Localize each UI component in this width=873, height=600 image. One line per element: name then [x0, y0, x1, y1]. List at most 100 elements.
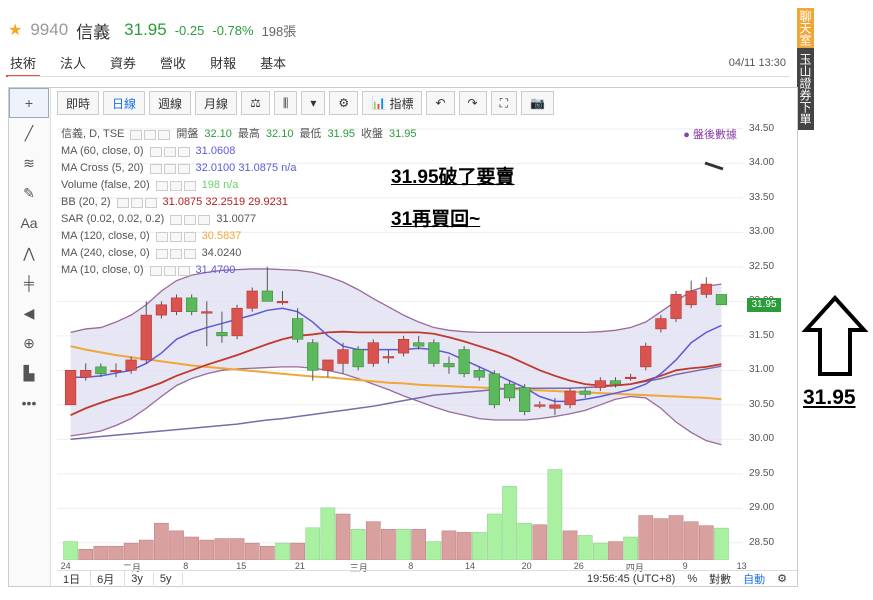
interval-weekly-button[interactable]: 週線	[149, 91, 192, 115]
legend-row-controls[interactable]	[149, 146, 190, 157]
legend-row: MA (60, close, 0) 31.0608	[61, 143, 417, 160]
tab-revenue[interactable]: 營收	[160, 53, 186, 77]
volume-bar	[668, 515, 684, 560]
tab-margin[interactable]: 資券	[110, 53, 136, 77]
annotation-note-buyback: 31再買回~	[391, 209, 481, 230]
more-tools-icon[interactable]: •••	[9, 388, 49, 418]
ruler-tool-icon[interactable]: ▙	[9, 358, 49, 388]
candle-body	[292, 318, 304, 340]
redo-icon[interactable]: ↷	[458, 91, 487, 115]
price-tick-label: 28.50	[749, 536, 775, 548]
candle-body	[715, 294, 728, 306]
tab-basics[interactable]: 基本	[260, 53, 286, 77]
range-3y-button[interactable]: 3y	[125, 572, 154, 585]
price-tick-label: 31.50	[749, 329, 775, 341]
volume-bar	[456, 532, 472, 560]
volume-bar	[275, 542, 290, 560]
range-1d-button[interactable]: 1日	[57, 570, 92, 587]
legend-row-controls[interactable]	[116, 197, 157, 208]
indicators-button[interactable]: 📊 指標	[362, 91, 423, 115]
favorite-star-icon[interactable]: ★	[8, 20, 22, 40]
brush-tool-icon[interactable]: ✎	[9, 178, 49, 208]
zoom-tool-icon[interactable]: ⊕	[9, 328, 49, 358]
percent-scale-toggle[interactable]: %	[687, 573, 697, 585]
measure-tool-icon[interactable]: ╪	[9, 268, 49, 298]
candle-body	[246, 290, 258, 309]
candle-body	[625, 376, 637, 380]
range-6m-button[interactable]: 6月	[91, 570, 126, 587]
legend-high-label: 最高	[237, 128, 260, 140]
pattern-tool-icon[interactable]: ⋀	[9, 238, 49, 268]
volume-bar	[577, 535, 593, 560]
legend-row: MA (120, close, 0) 30.5837	[61, 228, 417, 245]
candle-body	[110, 370, 122, 373]
candle-body	[322, 359, 334, 371]
legend-open: 32.10	[204, 128, 232, 140]
axis-settings-gear-icon[interactable]: ⚙	[777, 572, 787, 585]
tab-technical[interactable]: 技術	[5, 53, 41, 77]
settings-gear-icon[interactable]: ⚙	[329, 91, 359, 115]
candle-body	[95, 366, 107, 375]
legend-close-label: 收盤	[360, 128, 383, 140]
trendline-tool-icon[interactable]: ╱	[9, 118, 49, 148]
candle-body	[413, 342, 425, 347]
volume-bar	[683, 521, 699, 560]
quote-datetime: 04/11 13:30	[728, 57, 786, 69]
legend-row-controls[interactable]	[170, 214, 211, 225]
tab-institutional[interactable]: 法人	[60, 53, 86, 77]
auto-scale-toggle[interactable]: 自動	[743, 571, 765, 587]
candle-body	[170, 297, 183, 312]
volume-bar	[320, 507, 336, 560]
bottom-bar-right: 19:56:45 (UTC+8) % 對數 自動 ⚙	[587, 571, 797, 587]
indicators-icon: 📊	[371, 96, 387, 110]
range-5y-button[interactable]: 5y	[154, 572, 183, 585]
legend-row-label: MA (240, close, 0)	[61, 247, 150, 259]
legend-row-controls[interactable]	[149, 163, 190, 174]
candle-body	[216, 332, 228, 337]
legend-row-controls[interactable]	[149, 265, 190, 276]
legend-row-value: 31.0077	[216, 213, 257, 225]
broker-order-button[interactable]: 玉山證券下單	[797, 48, 814, 130]
volume-bar	[365, 521, 381, 560]
legend-row-value: 198 n/a	[201, 179, 239, 191]
log-scale-toggle[interactable]: 對數	[709, 571, 731, 587]
tab-financials[interactable]: 財報	[210, 53, 236, 77]
price-tick-label: 33.00	[749, 226, 775, 238]
legend-row-label: MA (120, close, 0)	[61, 230, 150, 242]
legend-row-value: 31.4700	[195, 264, 236, 276]
fib-tool-icon[interactable]: ≋	[9, 148, 49, 178]
crosshair-tool-icon[interactable]: +	[9, 88, 49, 118]
legend-row-value: 31.0608	[195, 145, 236, 157]
candle-body	[655, 318, 667, 330]
interval-daily-button[interactable]: 日線	[103, 91, 146, 115]
chart-toolbar: 即時 日線 週線 月線 ⚖ ⫼ ▾ ⚙ 📊 指標 ↶ ↷ ⛶ 📷	[57, 90, 797, 116]
fullscreen-icon[interactable]: ⛶	[490, 91, 517, 115]
snapshot-camera-icon[interactable]: 📷	[521, 91, 554, 115]
annotation-price: 31.95	[803, 386, 856, 409]
indicator-legend: 信義, D, TSE 開盤 32.10 最高 32.10 最低 31.95 收盤…	[61, 126, 417, 279]
volume-bar	[350, 529, 366, 560]
undo-icon[interactable]: ↶	[426, 91, 455, 115]
compare-scale-icon[interactable]: ⚖	[241, 91, 270, 115]
chatroom-button[interactable]: 聊天室	[797, 8, 814, 48]
legend-row-controls[interactable]	[155, 180, 196, 191]
legend-row-value: 32.0100 31.0875 n/a	[195, 162, 297, 174]
volume-bar	[698, 525, 714, 560]
legend-row-controls[interactable]	[155, 248, 196, 259]
volume-bar	[714, 527, 729, 560]
legend-row-controls[interactable]	[155, 231, 196, 242]
text-tool-icon[interactable]: Aa	[9, 208, 49, 238]
interval-monthly-button[interactable]: 月線	[195, 91, 238, 115]
price-tick-label: 34.50	[749, 122, 775, 134]
volume-bar	[441, 530, 457, 560]
chart-style-icon[interactable]: ⫼	[273, 91, 298, 115]
chart-style-dropdown-icon[interactable]: ▾	[301, 91, 326, 115]
volume-bar	[63, 541, 78, 560]
back-arrow-icon[interactable]: ◀	[9, 298, 49, 328]
after-hours-data-link[interactable]: ● 盤後數據	[683, 126, 737, 142]
interval-intraday-button[interactable]: 即時	[57, 91, 100, 115]
candle-body	[140, 314, 152, 361]
candle-body	[473, 370, 485, 378]
legend-main-controls[interactable]	[130, 129, 171, 140]
legend-low-label: 最低	[299, 128, 322, 140]
